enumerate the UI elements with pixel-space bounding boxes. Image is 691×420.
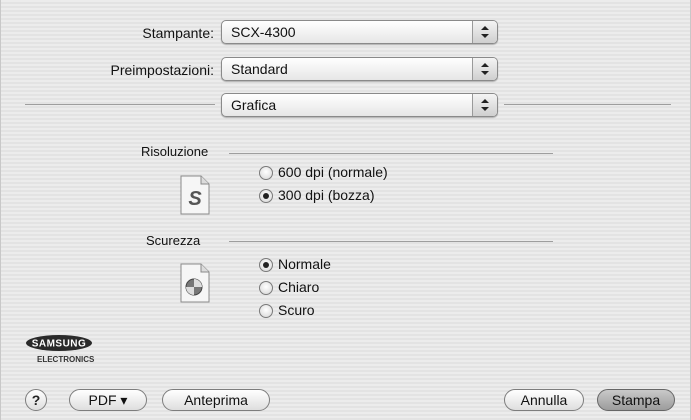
radio-chiaro-label: Chiaro — [278, 279, 320, 295]
cancel-button[interactable]: Annulla — [504, 389, 584, 411]
radio-normale[interactable] — [259, 258, 273, 272]
separator-left — [25, 104, 215, 105]
pdf-button[interactable]: PDF ▾ — [69, 389, 147, 411]
separator-right — [504, 104, 671, 105]
popup-arrows-icon — [472, 21, 497, 43]
presets-label: Preimpostazioni: — [110, 62, 215, 78]
pane-value: Grafica — [231, 97, 277, 113]
radio-600dpi[interactable] — [259, 166, 273, 180]
popup-arrows-icon — [472, 94, 497, 116]
radio-300dpi[interactable] — [259, 189, 273, 203]
radio-600dpi-label: 600 dpi (normale) — [278, 164, 388, 180]
darkness-document-icon — [180, 263, 210, 303]
resolution-title: Risoluzione — [141, 144, 209, 159]
radio-normale-label: Normale — [278, 256, 331, 272]
popup-arrows-icon — [472, 58, 497, 80]
printer-value: SCX-4300 — [231, 24, 296, 40]
print-button[interactable]: Stampa — [597, 389, 675, 411]
printer-popup[interactable]: SCX-4300 — [221, 20, 498, 44]
pane-popup[interactable]: Grafica — [221, 93, 498, 117]
logo-brand: SAMSUNG — [32, 339, 87, 350]
presets-popup[interactable]: Standard — [221, 57, 498, 81]
darkness-title: Scurezza — [146, 233, 201, 248]
resolution-separator — [229, 153, 553, 154]
resolution-icon-letter: S — [188, 188, 202, 210]
logo-sub: ELECTRONICS — [37, 355, 95, 364]
presets-value: Standard — [231, 61, 288, 77]
radio-scuro[interactable] — [259, 304, 273, 318]
darkness-separator — [229, 241, 553, 242]
printer-label: Stampante: — [142, 25, 214, 41]
preview-button[interactable]: Anteprima — [162, 389, 270, 411]
radio-chiaro[interactable] — [259, 281, 273, 295]
samsung-electronics-logo: SAMSUNG ELECTRONICS — [26, 335, 95, 364]
radio-scuro-label: Scuro — [278, 302, 315, 318]
print-dialog: Stampante: SCX-4300 Preimpostazioni: Sta… — [0, 0, 691, 420]
resolution-document-icon: S — [180, 175, 210, 215]
help-button[interactable]: ? — [25, 389, 47, 411]
radio-300dpi-label: 300 dpi (bozza) — [278, 187, 375, 203]
